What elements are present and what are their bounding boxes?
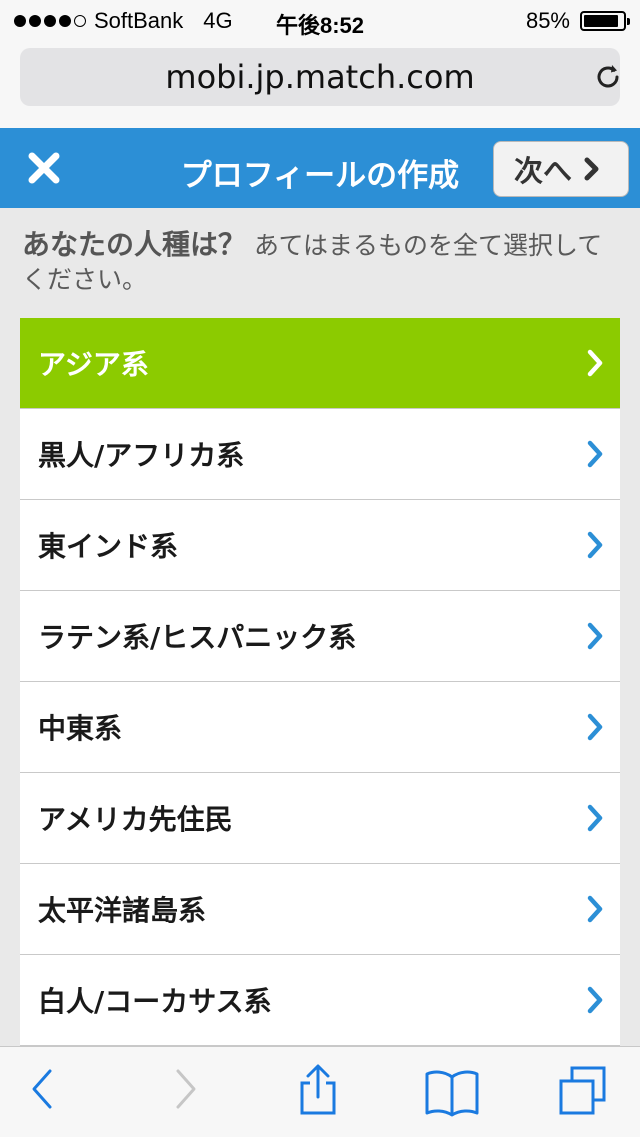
chevron-right-icon [584, 157, 599, 181]
option-item[interactable]: 東インド系 [20, 500, 620, 591]
option-label: 東インド系 [38, 530, 179, 563]
option-label: 黒人/アフリカ系 [38, 439, 245, 472]
status-bar: SoftBank 4G 午後8:52 85% [0, 0, 640, 40]
chevron-right-icon [587, 713, 603, 741]
question-prompt: あなたの人種は？ あてはまるものを全て選択してください。 [22, 228, 612, 297]
next-button-label: 次へ [514, 154, 573, 188]
option-item[interactable]: 太平洋諸島系 [20, 864, 620, 955]
option-label: 太平洋諸島系 [38, 894, 207, 927]
option-label: アメリカ先住民 [38, 803, 233, 836]
option-label: ラテン系/ヒスパニック系 [38, 621, 357, 654]
option-label: 白人/コーカサス系 [38, 985, 272, 1018]
chevron-right-icon [587, 622, 603, 650]
battery-icon [580, 11, 630, 31]
option-item[interactable]: 白人/コーカサス系 [20, 955, 620, 1046]
tabs-icon[interactable] [558, 1065, 608, 1117]
reload-icon[interactable] [592, 61, 624, 93]
browser-address-area: mobi.jp.match.com [0, 40, 640, 129]
battery-percent: 85% [525, 8, 570, 33]
option-item[interactable]: アジア系 [20, 318, 620, 409]
back-icon[interactable] [28, 1067, 58, 1111]
bookmarks-icon[interactable] [424, 1067, 480, 1117]
content-area: あなたの人種は？ あてはまるものを全て選択してください。 アジア系黒人/アフリカ… [0, 208, 640, 1046]
next-button[interactable]: 次へ [493, 141, 629, 197]
chevron-right-icon [587, 531, 603, 559]
browser-toolbar [0, 1046, 640, 1137]
chevron-right-icon [587, 895, 603, 923]
url-text: mobi.jp.match.com [165, 58, 475, 96]
address-bar[interactable]: mobi.jp.match.com [20, 48, 620, 106]
status-right: 85% [525, 8, 630, 34]
chevron-right-icon [587, 804, 603, 832]
chevron-right-icon [587, 349, 603, 377]
page-header: プロフィールの作成 次へ [0, 128, 640, 208]
question-text: あなたの人種は？ [22, 228, 247, 261]
option-item[interactable]: 中東系 [20, 682, 620, 773]
option-label: 中東系 [38, 712, 123, 745]
option-item[interactable]: アメリカ先住民 [20, 773, 620, 864]
forward-icon[interactable] [170, 1067, 200, 1111]
option-item[interactable]: ラテン系/ヒスパニック系 [20, 591, 620, 682]
share-icon[interactable] [296, 1063, 340, 1117]
option-item[interactable]: 黒人/アフリカ系 [20, 409, 620, 500]
chevron-right-icon [587, 440, 603, 468]
option-label: アジア系 [38, 348, 149, 381]
chevron-right-icon [587, 986, 603, 1014]
option-list: アジア系黒人/アフリカ系 東インド系ラテン系/ヒスパニック系 中東系アメリカ先住民太… [20, 318, 620, 1046]
